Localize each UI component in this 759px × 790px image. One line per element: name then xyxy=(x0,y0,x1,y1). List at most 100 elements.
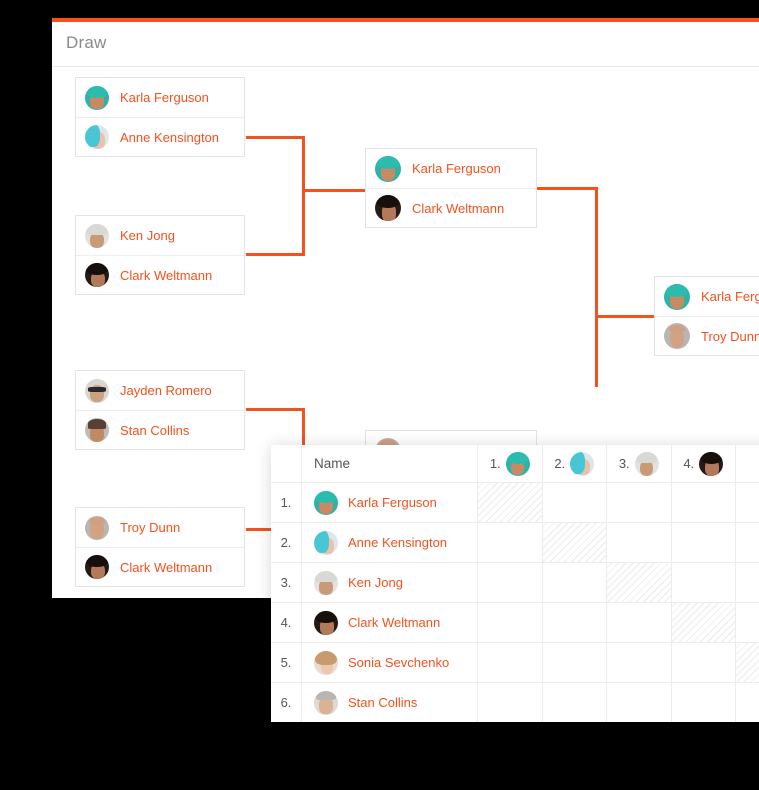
row-rank: 6. xyxy=(271,683,302,722)
avatar-icon xyxy=(85,263,109,287)
player-name: Karla Fergu xyxy=(701,289,759,304)
result-cell[interactable] xyxy=(736,563,759,602)
player-row[interactable]: Troy Dunn xyxy=(655,316,759,355)
avatar-icon xyxy=(505,451,530,476)
row-rank: 3. xyxy=(271,563,302,602)
result-cell[interactable] xyxy=(543,683,607,722)
panel-header: Draw xyxy=(52,22,759,67)
avatar-icon xyxy=(85,223,109,248)
match-card-r2-1[interactable]: Karla Ferguson Clark Weltmann xyxy=(365,148,537,228)
avatar-icon xyxy=(699,451,724,476)
match-card-final[interactable]: Karla Fergu Troy Dunn xyxy=(654,276,759,356)
table-row[interactable]: 1. Karla Ferguson xyxy=(271,483,759,523)
table-row[interactable]: 6. Stan Collins xyxy=(271,683,759,722)
avatar-icon xyxy=(85,378,109,403)
result-cell[interactable] xyxy=(736,603,759,642)
result-cell[interactable] xyxy=(543,483,607,522)
result-cell[interactable] xyxy=(607,523,672,562)
player-row[interactable]: Ken Jong xyxy=(76,216,244,255)
result-cell[interactable] xyxy=(672,483,736,522)
connector-r1-m2-top xyxy=(246,408,305,411)
result-cell[interactable] xyxy=(478,643,543,682)
avatar-icon xyxy=(314,610,338,635)
result-cell[interactable] xyxy=(607,483,672,522)
player-row[interactable]: Anne Kensington xyxy=(76,117,244,156)
result-cell-self xyxy=(671,603,736,642)
connector-r1-m1-top xyxy=(246,136,305,139)
result-cell-self xyxy=(542,523,607,562)
column-header-name: Name xyxy=(302,445,478,482)
result-cell[interactable] xyxy=(607,683,672,722)
avatar-icon xyxy=(634,451,659,476)
result-cell[interactable] xyxy=(543,603,607,642)
player-row[interactable]: Karla Fergu xyxy=(655,277,759,316)
result-cell[interactable] xyxy=(736,523,759,562)
avatar-icon xyxy=(314,490,338,515)
result-cell[interactable] xyxy=(607,603,672,642)
avatar-icon xyxy=(314,690,338,715)
avatar-icon xyxy=(85,515,109,540)
column-header-opponent-4: 4. xyxy=(672,445,736,482)
result-cell[interactable] xyxy=(607,643,672,682)
player-name: Clark Weltmann xyxy=(412,200,505,216)
result-cell[interactable] xyxy=(672,523,736,562)
match-card-r1-2[interactable]: Ken Jong Clark Weltmann xyxy=(75,215,245,295)
table-row[interactable]: 4. Clark Weltmann xyxy=(271,603,759,643)
row-player: Clark Weltmann xyxy=(302,603,478,642)
player-name: Clark Weltmann xyxy=(120,559,213,575)
table-row[interactable]: 5. Sonia Sevchenko xyxy=(271,643,759,683)
result-cell[interactable] xyxy=(672,643,736,682)
match-card-r1-4[interactable]: Troy Dunn Clark Weltmann xyxy=(75,507,245,587)
player-row[interactable]: Jayden Romero xyxy=(76,371,244,410)
result-cell[interactable] xyxy=(736,683,759,722)
player-name: Ken Jong xyxy=(120,228,175,243)
result-cell[interactable] xyxy=(672,683,736,722)
player-row[interactable]: Troy Dunn xyxy=(76,508,244,547)
column-header-opponent-1: 1. xyxy=(478,445,543,482)
player-row[interactable]: Clark Weltmann xyxy=(76,547,244,586)
result-cell[interactable] xyxy=(478,523,543,562)
player-row[interactable]: Clark Weltmann xyxy=(76,255,244,294)
avatar-icon xyxy=(85,85,109,110)
player-name: Troy Dunn xyxy=(120,520,181,535)
result-cell[interactable] xyxy=(478,603,543,642)
result-cell[interactable] xyxy=(736,483,759,522)
player-name: Ken Jong xyxy=(348,575,403,590)
result-cell[interactable] xyxy=(672,563,736,602)
connector-r1-to-r2-upper xyxy=(302,189,370,192)
player-name: Sonia Sevchenko xyxy=(348,655,450,670)
avatar-icon xyxy=(85,418,109,442)
result-cell[interactable] xyxy=(478,683,543,722)
row-rank: 4. xyxy=(271,603,302,642)
row-player: Stan Collins xyxy=(302,683,478,722)
avatar-icon xyxy=(314,650,338,675)
result-cell[interactable] xyxy=(543,643,607,682)
player-name: Troy Dunn xyxy=(701,328,759,344)
connector-r1-vertical-upper xyxy=(302,136,305,256)
player-name: Anne Kensington xyxy=(348,535,448,550)
table-row[interactable]: 3. Ken Jong xyxy=(271,563,759,603)
table-row[interactable]: 2. Anne Kensington xyxy=(271,523,759,563)
player-name: Stan Collins xyxy=(120,422,190,438)
avatar-icon xyxy=(85,555,109,579)
result-cell[interactable] xyxy=(478,563,543,602)
player-name: Jayden Romero xyxy=(120,383,212,398)
player-name: Stan Collins xyxy=(348,695,418,710)
connector-r2-vertical xyxy=(595,187,598,387)
player-row[interactable]: Clark Weltmann xyxy=(366,188,536,227)
row-rank: 1. xyxy=(271,483,302,522)
row-player: Karla Ferguson xyxy=(302,483,478,522)
results-table: Name 1. 2. 3. 4. 5. 1. Karla Ferguson xyxy=(271,445,759,722)
result-cell-self xyxy=(607,563,672,602)
player-row[interactable]: Karla Ferguson xyxy=(76,78,244,117)
player-name: Clark Weltmann xyxy=(348,615,441,630)
player-row[interactable]: Karla Ferguson xyxy=(366,149,536,188)
row-player: Ken Jong xyxy=(302,563,478,602)
player-name: Karla Ferguson xyxy=(412,161,501,176)
match-card-r1-3[interactable]: Jayden Romero Stan Collins xyxy=(75,370,245,450)
connector-r2-top xyxy=(537,187,598,190)
result-cell[interactable] xyxy=(543,563,607,602)
row-rank: 2. xyxy=(271,523,302,562)
match-card-r1-1[interactable]: Karla Ferguson Anne Kensington xyxy=(75,77,245,157)
player-row[interactable]: Stan Collins xyxy=(76,410,244,449)
